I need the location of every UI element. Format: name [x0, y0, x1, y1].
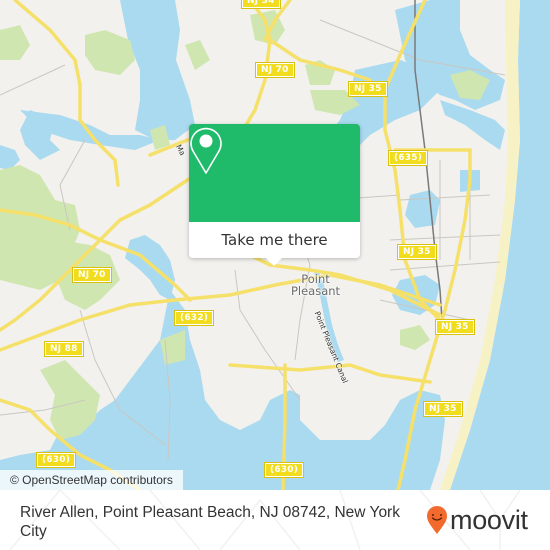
moovit-logo[interactable]: moovit — [426, 505, 528, 535]
popup-header — [189, 124, 360, 222]
map-attribution[interactable]: © OpenStreetMap contributors — [0, 470, 183, 490]
road-shield-nj-35: NJ 35 — [423, 401, 463, 417]
marina-fingers — [295, 365, 365, 415]
address-text: River Allen, Point Pleasant Beach, NJ 08… — [20, 504, 400, 540]
road-shield-nj-88: NJ 88 — [44, 341, 84, 357]
park — [185, 40, 210, 70]
road-shield-nj-70: NJ 70 — [72, 267, 112, 283]
park — [400, 325, 430, 350]
road-shield-nj-34: NJ 34 — [241, 0, 281, 9]
road-shield-630: (630) — [35, 452, 77, 468]
map-canvas[interactable]: NJ 34 NJ 70 NJ 35 (635) NJ 70 NJ 35 (632… — [0, 0, 550, 490]
river-north — [120, 0, 195, 140]
take-me-there-button[interactable]: Take me there — [189, 222, 360, 258]
road-shield-nj-35: NJ 35 — [435, 319, 475, 335]
moovit-smiley-pin-icon — [427, 506, 447, 534]
road-shield-630: (630) — [263, 462, 305, 478]
road-shield-nj-70: NJ 70 — [255, 62, 295, 78]
moovit-wordmark: moovit — [450, 504, 528, 535]
road-shield-nj-35: NJ 35 — [397, 244, 437, 260]
lagoon-mid — [405, 190, 440, 228]
popup-pointer — [266, 258, 282, 266]
map-pin-icon — [190, 127, 222, 174]
road-shield-nj-35: NJ 35 — [348, 81, 388, 97]
road-shield-632: (632) — [173, 310, 215, 326]
location-popup[interactable]: Take me there — [189, 124, 360, 266]
place-label-point-pleasant: Point Pleasant — [290, 272, 341, 298]
park — [0, 25, 30, 60]
lake-central — [125, 235, 175, 300]
road-shield-635: (635) — [387, 150, 429, 166]
